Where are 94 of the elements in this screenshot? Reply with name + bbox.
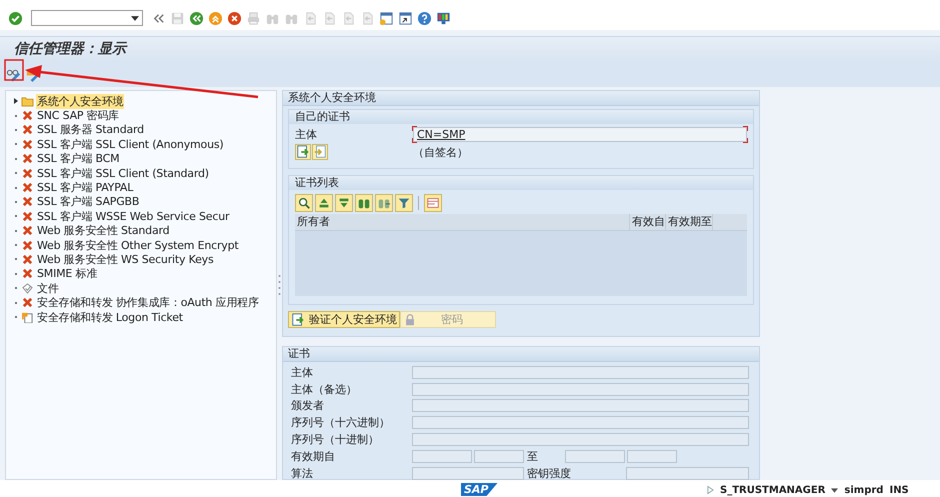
tree-item[interactable]: Web 服务安全性 WS Security Keys: [36, 252, 214, 267]
seal-icon: [21, 282, 34, 294]
date-field[interactable]: [565, 450, 625, 463]
input-field[interactable]: [412, 466, 524, 480]
screen-title: 信任管理器：显示: [14, 40, 126, 58]
column-header[interactable]: 有效期至: [666, 214, 713, 230]
column-header[interactable]: 有效自: [630, 214, 666, 230]
error-icon: [21, 297, 34, 308]
group-title: 证书列表: [289, 176, 753, 190]
section-title: 证书: [283, 347, 759, 362]
input-field[interactable]: [412, 433, 749, 446]
sort-ascending-icon[interactable]: [315, 194, 333, 212]
tree-item[interactable]: Web 服务安全性 Other System Encrypt: [36, 238, 240, 253]
back-icon[interactable]: [189, 10, 204, 26]
field-label: 有效期自: [291, 448, 336, 464]
ticket-icon: [21, 312, 34, 323]
error-icon: [21, 124, 34, 136]
cancel-icon[interactable]: [227, 10, 242, 26]
field-label: 主体: [291, 364, 314, 380]
field-label: 至: [526, 448, 539, 464]
error-icon: [21, 153, 34, 164]
expand-arrow-icon[interactable]: [13, 97, 19, 106]
filter-icon[interactable]: [395, 194, 413, 212]
check-icon[interactable]: [8, 10, 23, 26]
sort-descending-icon[interactable]: [335, 194, 353, 212]
tree-item[interactable]: SSL 客户端 BCM: [36, 151, 120, 166]
lock-icon: [403, 312, 417, 326]
error-icon: [21, 196, 34, 208]
tree-item[interactable]: 文件: [36, 280, 60, 296]
window-icon[interactable]: [398, 10, 413, 26]
error-icon: [21, 225, 34, 236]
input-field[interactable]: [412, 399, 749, 412]
folder-icon: [21, 96, 34, 107]
error-icon: [21, 210, 34, 222]
system-name: simprd: [844, 484, 884, 496]
field-label: 序列号（十进制）: [291, 432, 380, 448]
subject-field[interactable]: CN=SMP: [413, 126, 747, 142]
input-field[interactable]: [412, 382, 749, 396]
error-icon: [21, 168, 34, 179]
layout-icon[interactable]: [424, 194, 442, 212]
caret-icon[interactable]: [131, 16, 139, 21]
tree-item[interactable]: 安全存储和转发 协作集成库：oAuth 应用程序: [36, 295, 260, 310]
export-icon: [313, 145, 327, 159]
tree-item[interactable]: SSL 服务器 Standard: [36, 122, 145, 138]
column-header[interactable]: 所有者: [295, 214, 630, 230]
field-label: 颁发者: [291, 398, 325, 414]
error-icon: [21, 138, 34, 150]
monitor-icon[interactable]: [436, 10, 451, 26]
tree-item[interactable]: SSL 客户端 WSSE Web Service Secur: [36, 208, 230, 224]
input-field[interactable]: [412, 366, 749, 379]
logo: SAP: [461, 483, 498, 496]
tree-item[interactable]: SSL 客户端 PAYPAL: [36, 180, 134, 196]
error-icon: [21, 254, 34, 265]
tree-item[interactable]: SNC SAP 密码库: [36, 108, 120, 124]
import-icon: [296, 145, 310, 159]
error-icon: [21, 240, 34, 251]
input-field[interactable]: [626, 466, 749, 480]
export-button[interactable]: [312, 144, 328, 160]
tree-item[interactable]: SSL 客户端 SSL Client (Anonymous): [36, 136, 224, 152]
field-label: 序列号（十六进制）: [291, 415, 391, 430]
binoculars-icon[interactable]: [355, 194, 373, 212]
date-field[interactable]: [412, 450, 472, 463]
transaction-code: S_TRUSTMANAGER: [720, 484, 826, 496]
play-icon[interactable]: [707, 485, 714, 495]
verify-button[interactable]: 验证个人安全环境: [288, 311, 400, 328]
section-title: 系统个人安全环境: [283, 91, 759, 106]
tree-item[interactable]: SSL 客户端 SAPGBB: [36, 194, 140, 210]
import-button[interactable]: [295, 144, 311, 160]
time-field[interactable]: [627, 450, 677, 463]
field-label: 主体: [295, 126, 318, 142]
input-field[interactable]: [412, 416, 749, 430]
exit-icon[interactable]: [208, 10, 223, 26]
field-label: 密钥强度: [526, 466, 572, 481]
new-window-icon[interactable]: [379, 10, 394, 26]
magnifier-icon[interactable]: [295, 194, 313, 212]
field-label: 主体（备选）: [291, 382, 358, 397]
help-icon[interactable]: [417, 10, 432, 26]
error-icon: [21, 110, 34, 122]
time-field[interactable]: [474, 450, 524, 463]
self-signed-note: （自签名）: [413, 144, 468, 160]
command-field[interactable]: [31, 10, 143, 26]
tree-item[interactable]: 安全存储和转发 Logon Ticket: [36, 310, 184, 325]
error-icon: [21, 268, 34, 280]
tree-item[interactable]: 系统个人安全环境: [36, 94, 124, 109]
group-title: 自己的证书: [289, 110, 753, 124]
caret-icon[interactable]: [831, 488, 838, 492]
highlight-frame: [4, 59, 24, 81]
insert-mode: INS: [889, 484, 909, 496]
field-label: 算法: [291, 466, 314, 481]
tree-item[interactable]: SMIME 标准: [36, 266, 98, 282]
tree-item[interactable]: SSL 客户端 SSL Client (Standard): [36, 166, 210, 181]
tree-item[interactable]: Web 服务安全性 Standard: [36, 223, 170, 238]
splitter-handle[interactable]: [278, 274, 281, 296]
error-icon: [21, 182, 34, 194]
